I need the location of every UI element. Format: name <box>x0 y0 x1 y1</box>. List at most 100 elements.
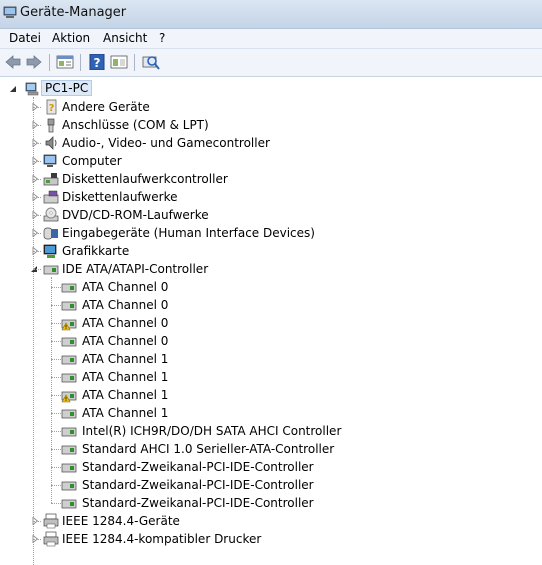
ide-device[interactable]: ATA Channel 1 <box>0 404 542 422</box>
device-label: ATA Channel 1 <box>82 406 169 420</box>
ide-device[interactable]: ATA Channel 1 <box>0 368 542 386</box>
tree-connector <box>51 413 61 414</box>
view-icon[interactable] <box>110 54 128 70</box>
ide-device[interactable]: ATA Channel 0 <box>0 314 542 332</box>
device-category[interactable]: Computer <box>0 152 542 170</box>
ide-device[interactable]: Standard-Zweikanal-PCI-IDE-Controller <box>0 494 542 512</box>
menu-aktion[interactable]: Aktion <box>52 31 90 45</box>
device-category[interactable]: IDE ATA/ATAPI-Controller <box>0 260 542 278</box>
ide-device[interactable]: ATA Channel 0 <box>0 332 542 350</box>
tree-connector <box>51 503 61 504</box>
tree-connector <box>33 215 41 216</box>
device-label: IEEE 1284.4-kompatibler Drucker <box>62 532 262 546</box>
other-devices-icon: ? <box>46 99 57 115</box>
tree-connector <box>51 359 61 360</box>
menu-bar: Datei Aktion Ansicht ? <box>0 29 542 49</box>
display-adapter-icon <box>43 244 57 258</box>
device-category[interactable]: ? Andere Geräte <box>0 98 542 116</box>
ide-controller-icon <box>61 445 77 455</box>
toolbar-separator <box>49 54 50 71</box>
device-tree: PC1-PC ? Andere Geräte Anschlüsse (COM & LP… <box>0 78 542 565</box>
device-label: IDE ATA/ATAPI-Controller <box>62 262 209 276</box>
tree-connector <box>51 323 61 324</box>
device-manager-icon <box>3 6 17 18</box>
device-label: Standard-Zweikanal-PCI-IDE-Controller <box>82 496 314 510</box>
tree-root-pc1-pc[interactable]: PC1-PC <box>0 80 542 98</box>
menu-datei[interactable]: Datei <box>9 31 41 45</box>
svg-text:?: ? <box>94 56 101 70</box>
tree-connector <box>33 107 41 108</box>
ide-controller-icon <box>61 373 77 383</box>
tree-connector <box>33 179 41 180</box>
device-label: Diskettenlaufwerkcontroller <box>62 172 228 186</box>
tree-connector <box>33 125 41 126</box>
device-label: Audio-, Video- und Gamecontroller <box>62 136 270 150</box>
tree-connector <box>33 197 41 198</box>
device-category[interactable]: IEEE 1284.4-Geräte <box>0 512 542 530</box>
device-category[interactable]: Eingabegeräte (Human Interface Devices) <box>0 224 542 242</box>
ide-device[interactable]: ATA Channel 0 <box>0 296 542 314</box>
tree-connector <box>33 161 41 162</box>
floppy-drive-icon <box>43 190 59 204</box>
ide-controller-icon <box>61 301 77 311</box>
ide-device[interactable]: Standard-Zweikanal-PCI-IDE-Controller <box>0 476 542 494</box>
device-label: ATA Channel 1 <box>82 352 169 366</box>
device-label: ATA Channel 0 <box>82 334 169 348</box>
tree-connector <box>33 251 41 252</box>
scan-hardware-icon[interactable] <box>142 54 160 70</box>
device-category[interactable]: Grafikkarte <box>0 242 542 260</box>
svg-text:?: ? <box>49 103 55 114</box>
collapse-arrow-icon[interactable] <box>9 85 17 93</box>
tree-connector <box>51 287 61 288</box>
toolbar: ? <box>0 49 542 77</box>
root-label: PC1-PC <box>41 80 93 96</box>
device-label: ATA Channel 0 <box>82 280 169 294</box>
ide-device[interactable]: ATA Channel 0 <box>0 278 542 296</box>
speaker-icon <box>45 136 57 150</box>
device-label: IEEE 1284.4-Geräte <box>62 514 180 528</box>
device-label: Diskettenlaufwerke <box>62 190 178 204</box>
ide-controller-icon <box>61 463 77 473</box>
floppy-controller-icon <box>43 173 59 186</box>
properties-icon[interactable] <box>56 54 74 70</box>
tree-connector <box>51 305 61 306</box>
device-label: Grafikkarte <box>62 244 130 258</box>
device-label: Standard-Zweikanal-PCI-IDE-Controller <box>82 460 314 474</box>
ide-device[interactable]: Intel(R) ICH9R/DO/DH SATA AHCI Controlle… <box>0 422 542 440</box>
ide-device[interactable]: ATA Channel 1 <box>0 350 542 368</box>
printer-icon <box>43 513 59 529</box>
ide-controller-icon <box>61 355 77 365</box>
input-device-icon <box>43 227 58 240</box>
tree-connector <box>51 377 61 378</box>
help-icon[interactable]: ? <box>88 54 106 70</box>
ide-device[interactable]: Standard-Zweikanal-PCI-IDE-Controller <box>0 458 542 476</box>
ide-controller-icon <box>61 391 77 403</box>
device-category[interactable]: DVD/CD-ROM-Laufwerke <box>0 206 542 224</box>
device-label: Computer <box>62 154 122 168</box>
title-bar: Geräte-Manager <box>0 0 542 29</box>
tree-connector <box>51 449 61 450</box>
tree-connector <box>33 143 41 144</box>
toolbar-separator <box>80 54 81 71</box>
computer-icon <box>43 154 57 167</box>
ide-controller-icon <box>61 283 77 293</box>
device-label: Anschlüsse (COM & LPT) <box>62 118 209 132</box>
ide-device[interactable]: Standard AHCI 1.0 Serieller-ATA-Controll… <box>0 440 542 458</box>
device-category[interactable]: IEEE 1284.4-kompatibler Drucker <box>0 530 542 548</box>
menu-help[interactable]: ? <box>159 31 165 45</box>
ide-controller-icon <box>61 427 77 437</box>
tree-connector <box>51 341 61 342</box>
back-icon[interactable] <box>4 54 22 70</box>
device-category[interactable]: Anschlüsse (COM & LPT) <box>0 116 542 134</box>
device-label: Standard AHCI 1.0 Serieller-ATA-Controll… <box>82 442 335 456</box>
device-category[interactable]: Diskettenlaufwerke <box>0 188 542 206</box>
menu-ansicht[interactable]: Ansicht <box>103 31 147 45</box>
ide-controller-icon <box>61 481 77 491</box>
device-category[interactable]: Diskettenlaufwerkcontroller <box>0 170 542 188</box>
device-label: ATA Channel 1 <box>82 388 169 402</box>
device-category[interactable]: Audio-, Video- und Gamecontroller <box>0 134 542 152</box>
tree-connector <box>33 539 41 540</box>
forward-icon[interactable] <box>25 54 43 70</box>
ide-device[interactable]: ATA Channel 1 <box>0 386 542 404</box>
device-label: DVD/CD-ROM-Laufwerke <box>62 208 209 222</box>
